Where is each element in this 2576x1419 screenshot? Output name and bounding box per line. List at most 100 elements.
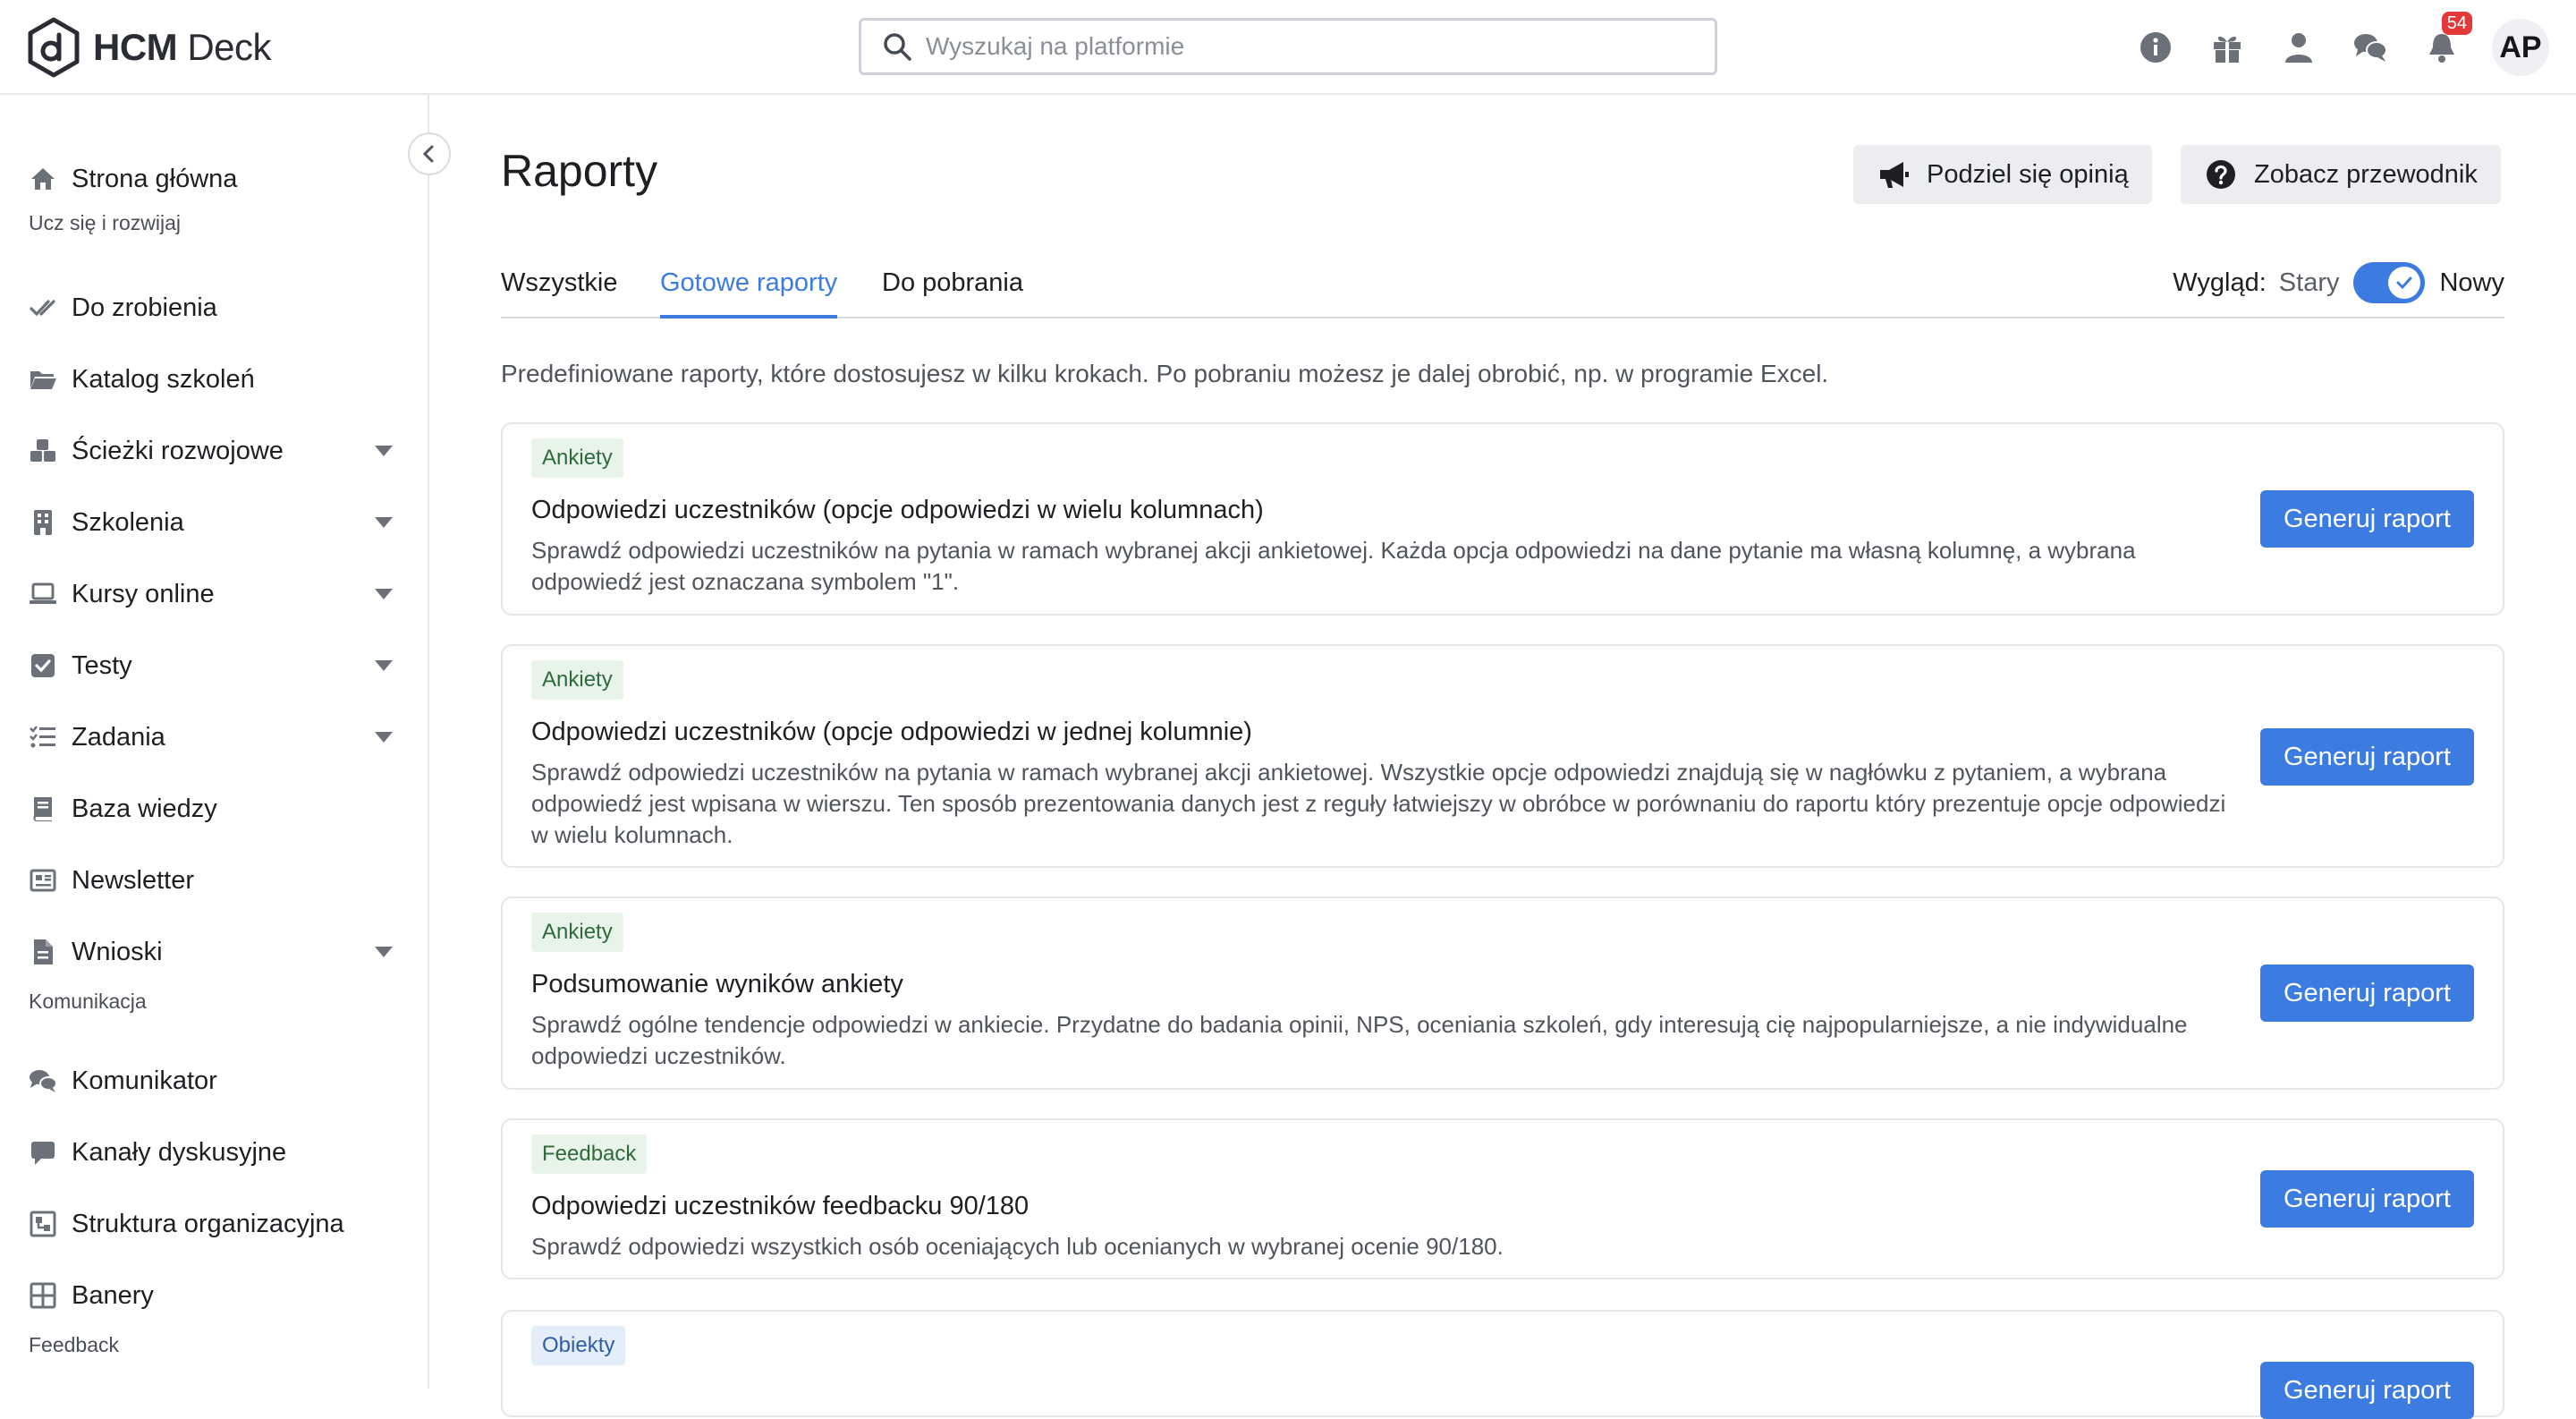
chevron-down-icon: [375, 517, 393, 528]
report-card: Ankiety Odpowiedzi uczestników (opcje od…: [501, 644, 2504, 868]
top-bar: HCM Deck 54 AP: [0, 0, 2576, 95]
sidebar-item-label: Kursy online: [72, 579, 215, 608]
newspaper-icon: [29, 866, 57, 895]
report-title: Odpowiedzi uczestników (opcje odpowiedzi…: [531, 718, 1252, 746]
sidebar-item-label: Ścieżki rozwojowe: [72, 436, 284, 465]
folder-icon: [29, 365, 57, 394]
gift-icon[interactable]: [2209, 30, 2245, 65]
sidebar-item-trainings[interactable]: Szkolenia: [0, 496, 428, 549]
sidebar-item-label: Newsletter: [72, 865, 194, 895]
report-card: Obiekty Generuj raport: [501, 1310, 2504, 1419]
generate-report-button[interactable]: Generuj raport: [2260, 964, 2474, 1022]
sidebar-item-tests[interactable]: Testy: [0, 639, 428, 693]
generate-report-button[interactable]: Generuj raport: [2260, 1170, 2474, 1228]
generate-report-button[interactable]: Generuj raport: [2260, 490, 2474, 548]
sidebar-section-communication: Komunikacja: [29, 990, 147, 1013]
book-icon: [29, 794, 57, 823]
report-title: Podsumowanie wyników ankiety: [531, 970, 903, 998]
file-icon: [29, 938, 57, 966]
question-icon: [2207, 160, 2235, 189]
switch-knob: [2388, 267, 2421, 299]
search-icon: [884, 33, 911, 61]
avatar[interactable]: AP: [2492, 19, 2549, 76]
sidebar-item-newsletter[interactable]: Newsletter: [0, 854, 428, 907]
share-feedback-button[interactable]: Podziel się opinią: [1853, 145, 2152, 204]
chat-icon[interactable]: [2352, 30, 2388, 65]
sidebar-section-learn: Ucz się i rozwijaj: [29, 211, 181, 234]
search-input[interactable]: [926, 32, 1695, 61]
sidebar-item-org-structure[interactable]: Struktura organizacyjna: [0, 1197, 428, 1251]
building-icon: [29, 508, 57, 537]
user-icon[interactable]: [2281, 30, 2317, 65]
sidebar-item-requests[interactable]: Wnioski: [0, 925, 428, 979]
sidebar-item-label: Wnioski: [72, 937, 163, 966]
sidebar-item-label: Kanały dyskusyjne: [72, 1137, 287, 1167]
view-switch[interactable]: [2353, 262, 2426, 303]
report-card: Ankiety Podsumowanie wyników ankiety Spr…: [501, 896, 2504, 1090]
view-new-label[interactable]: Nowy: [2439, 268, 2504, 298]
guide-label: Zobacz przewodnik: [2254, 159, 2478, 189]
share-feedback-label: Podziel się opinią: [1927, 159, 2129, 189]
comments-icon: [29, 1066, 57, 1095]
chevron-down-icon: [375, 446, 393, 456]
sidebar-item-tasks[interactable]: Zadania: [0, 710, 428, 764]
sidebar-item-label: Testy: [72, 650, 132, 680]
app-logo[interactable]: HCM Deck: [27, 16, 272, 79]
view-old-label[interactable]: Stary: [2279, 268, 2340, 298]
sidebar-item-label: Banery: [72, 1280, 154, 1310]
tab-all[interactable]: Wszystkie: [501, 268, 618, 319]
report-card: Feedback Odpowiedzi uczestników feedback…: [501, 1118, 2504, 1279]
logo-icon: [28, 17, 80, 78]
view-label: Wygląd:: [2173, 268, 2267, 297]
sidebar-section-feedback: Feedback: [29, 1333, 120, 1356]
bell-icon[interactable]: 54: [2424, 12, 2472, 65]
chevron-down-icon: [375, 947, 393, 957]
cubes-icon: [29, 437, 57, 465]
guide-button[interactable]: Zobacz przewodnik: [2181, 145, 2501, 204]
sidebar-item-label: Strona główna: [72, 164, 238, 193]
sidebar-item-messenger[interactable]: Komunikator: [0, 1054, 428, 1108]
report-tag: Ankiety: [531, 660, 623, 700]
sidebar-item-channels[interactable]: Kanały dyskusyjne: [0, 1126, 428, 1179]
chevron-down-icon: [375, 732, 393, 743]
generate-report-button[interactable]: Generuj raport: [2260, 1362, 2474, 1419]
check-square-icon: [29, 651, 57, 680]
generate-report-button[interactable]: Generuj raport: [2260, 728, 2474, 786]
sidebar-item-banners[interactable]: Banery: [0, 1269, 428, 1322]
report-tag: Ankiety: [531, 438, 623, 478]
chevron-left-icon: [422, 145, 434, 163]
report-description: Sprawdź ogólne tendencje odpowiedzi w an…: [531, 1011, 2188, 1069]
sidebar-item-label: Struktura organizacyjna: [72, 1209, 344, 1238]
sidebar-item-knowledge-base[interactable]: Baza wiedzy: [0, 782, 428, 836]
home-icon: [29, 165, 57, 193]
sidebar-item-label: Do zrobienia: [72, 293, 217, 322]
tab-ready-reports[interactable]: Gotowe raporty: [660, 268, 838, 319]
sidebar-item-paths[interactable]: Ścieżki rozwojowe: [0, 424, 428, 478]
sidebar-item-catalog[interactable]: Katalog szkoleń: [0, 353, 428, 406]
check-icon: [29, 293, 57, 322]
report-description: Sprawdź odpowiedzi wszystkich osób oceni…: [531, 1233, 1504, 1260]
sidebar-item-home[interactable]: Strona główna: [0, 152, 428, 206]
report-tag: Feedback: [531, 1134, 648, 1174]
sidebar-collapse-button[interactable]: [408, 132, 451, 175]
info-icon[interactable]: [2138, 30, 2174, 65]
app-name: HCM Deck: [93, 26, 272, 68]
sidebar-item-label: Szkolenia: [72, 507, 184, 537]
notification-badge: 54: [2441, 12, 2472, 35]
sidebar-item-label: Katalog szkoleń: [72, 364, 255, 394]
sidebar-item-label: Zadania: [72, 722, 165, 752]
sidebar-item-todo[interactable]: Do zrobienia: [0, 281, 428, 335]
tab-downloads[interactable]: Do pobrania: [882, 268, 1023, 319]
chevron-down-icon: [375, 660, 393, 671]
report-tag: Obiekty: [531, 1326, 626, 1365]
org-chart-icon: [29, 1210, 57, 1238]
search-bar[interactable]: [859, 18, 1717, 75]
sidebar-item-online-courses[interactable]: Kursy online: [0, 567, 428, 621]
chevron-down-icon: [375, 589, 393, 599]
top-icons: 54 AP: [2102, 12, 2549, 79]
sidebar-item-label: Baza wiedzy: [72, 794, 217, 823]
comment-icon: [29, 1138, 57, 1167]
report-tag: Ankiety: [531, 913, 623, 952]
task-list-icon: [29, 723, 57, 752]
report-title: Odpowiedzi uczestników (opcje odpowiedzi…: [531, 496, 1264, 524]
